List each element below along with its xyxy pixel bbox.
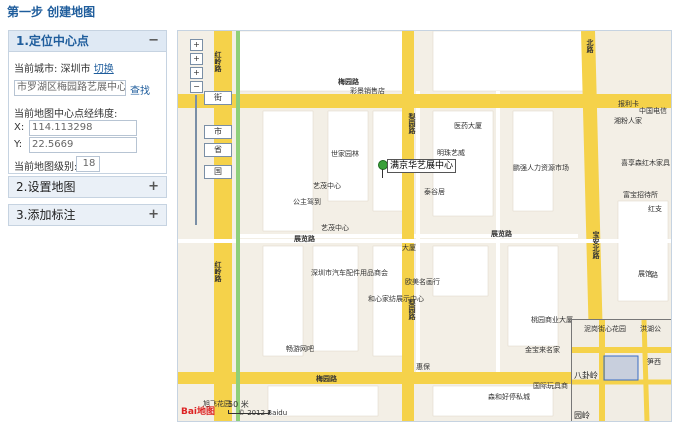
poi-caijing[interactable]: 彩景销售店 — [350, 86, 385, 95]
x-label: X: — [14, 122, 25, 133]
zoom-level-city[interactable]: 市 — [204, 125, 232, 139]
poi-zhongguo[interactable]: 中国电信 — [639, 106, 667, 115]
add-marker-header[interactable]: 3.添加标注 + — [9, 205, 166, 225]
search-button[interactable]: 查找 — [130, 82, 150, 97]
road-label-hongling-lower: 红岭路 — [214, 260, 223, 283]
road-label-zhanlan-right: 展览路 — [490, 229, 513, 238]
poi-baoli[interactable]: 报利卡 — [618, 99, 639, 108]
zoom-level-field[interactable]: 18 — [76, 156, 100, 172]
copyright-text: © 2012 Baidu — [238, 409, 288, 417]
overview-label-1: 泥岗街心花园 — [584, 324, 626, 333]
road-label-baoan: 宝安北路 — [592, 230, 601, 260]
page-title: 第一步 创建地图 — [7, 5, 96, 19]
map-canvas[interactable]: 红岭路 红岭路 梅园路 梅园路 展览路 展览路 梨园路 梨园路 宝安北路 北路 … — [177, 30, 672, 422]
poi-auto-parts[interactable]: 深圳市汽车配件用品商会 — [311, 268, 388, 277]
overview-label-4: 笋西 — [647, 357, 661, 366]
zoom-level-street[interactable]: 街 — [204, 91, 232, 105]
poi-yiyuan[interactable]: 医药大厦 — [454, 121, 482, 130]
poi-yizhan[interactable]: 艺茂中心 — [321, 223, 349, 232]
coord-label: 当前地图中心点经纬度: — [14, 109, 118, 120]
address-search-input[interactable]: 市罗湖区梅园路艺展中心 — [14, 80, 126, 96]
set-map-panel[interactable]: 2.设置地图 + — [8, 176, 167, 198]
poi-gongyi[interactable]: 公主驾到 — [293, 197, 321, 206]
overview-label-5: 园岭 — [574, 410, 590, 420]
poi-meiyu[interactable]: 湘粉人家 — [614, 116, 642, 125]
baidu-logo: Bai地图 — [181, 407, 216, 417]
locate-center-title: 1.定位中心点 — [16, 34, 89, 48]
poi-huibao[interactable]: 惠保 — [416, 362, 430, 371]
poi-jinbao[interactable]: 金宝来名家 — [525, 345, 560, 354]
collapse-icon[interactable]: − — [148, 31, 159, 51]
set-map-header[interactable]: 2.设置地图 + — [9, 177, 166, 197]
poi-mingzhu[interactable]: 明珠艺威 — [437, 148, 465, 157]
pan-center-button[interactable]: + — [190, 53, 203, 65]
poi-luqian[interactable]: 路 — [651, 270, 658, 279]
zoom-out-button[interactable]: − — [190, 81, 203, 93]
expand-icon[interactable]: + — [148, 205, 159, 225]
poi-senhe[interactable]: 森和好停私城 — [488, 392, 530, 401]
poi-zhanyan[interactable]: 展馆 — [638, 269, 652, 278]
locate-center-header[interactable]: 1.定位中心点 − — [9, 31, 166, 52]
expand-icon[interactable]: + — [148, 177, 159, 197]
road-label-liyuan-upper: 梨园路 — [408, 112, 417, 135]
poi-changyou[interactable]: 畅游网吧 — [286, 344, 314, 353]
poi-jiahua[interactable]: 喜享森红木家具 — [621, 158, 670, 167]
scale-label: 50 米 — [228, 400, 249, 409]
poi-tainan[interactable]: 泰谷居 — [424, 187, 445, 196]
zoom-slider-track[interactable] — [195, 95, 197, 225]
poi-hongzhi[interactable]: 红支 — [648, 204, 662, 213]
zoom-level-province[interactable]: 省 — [204, 143, 232, 157]
overview-tiles: 泥岗街心花园 洪湖公 八卦岭 笋西 园岭 — [572, 320, 671, 421]
overview-label-2: 洪湖公 — [640, 324, 661, 333]
set-map-title: 2.设置地图 — [16, 180, 76, 194]
poi-yizhong[interactable]: 艺茂中心 — [313, 181, 341, 190]
road-label-meiyuan: 梅园路 — [338, 77, 360, 86]
pan-up-button[interactable]: + — [190, 39, 203, 51]
switch-city-link[interactable]: 切换 — [94, 64, 114, 75]
add-marker-title: 3.添加标注 — [16, 208, 76, 222]
road-label-zhanlan-left: 展览路 — [293, 234, 316, 243]
road-label-meiyuan-lower: 梅园路 — [316, 374, 338, 383]
poi-dajian[interactable]: 大厦 — [402, 243, 416, 252]
poi-taoyuan[interactable]: 桃园商业大厦 — [531, 315, 573, 324]
overview-label-3: 八卦岭 — [574, 370, 598, 380]
poi-shijia[interactable]: 世家园林 — [331, 149, 359, 158]
y-coordinate-field[interactable]: 22.5669 — [29, 137, 137, 153]
overview-map[interactable]: 泥岗街心花园 洪湖公 八卦岭 笋西 园岭 — [571, 319, 671, 421]
road-label-hongling: 红岭路 — [214, 50, 223, 73]
x-coordinate-field[interactable]: 114.113298 — [29, 120, 137, 136]
road-label-top-right: 北路 — [586, 38, 595, 54]
current-city-label: 当前城市: 深圳市 — [14, 64, 91, 75]
poi-guomei[interactable]: 国际玩具商 — [533, 381, 568, 390]
poi-oumei[interactable]: 欧美名画行 — [405, 277, 440, 286]
poi-pengqiang[interactable]: 鹏强人力资源市场 — [513, 163, 569, 172]
marker-label[interactable]: 满京华艺展中心 — [387, 159, 457, 173]
poi-hexin[interactable]: 和心家纺展示中心 — [368, 294, 424, 303]
poi-fuyuan[interactable]: 富宝招待所 — [623, 190, 658, 199]
marker-stem — [382, 169, 383, 178]
add-marker-panel[interactable]: 3.添加标注 + — [8, 204, 167, 226]
zoom-level-country[interactable]: 国 — [204, 165, 232, 179]
locate-center-panel: 1.定位中心点 − 当前城市: 深圳市 切换 市罗湖区梅园路艺展中心 查找 当前… — [8, 30, 167, 174]
y-label: Y: — [14, 139, 23, 150]
zoom-in-button[interactable]: + — [190, 67, 203, 79]
current-city-row: 当前城市: 深圳市 切换 — [14, 60, 114, 75]
zoom-level-label: 当前地图级别: — [14, 162, 78, 173]
